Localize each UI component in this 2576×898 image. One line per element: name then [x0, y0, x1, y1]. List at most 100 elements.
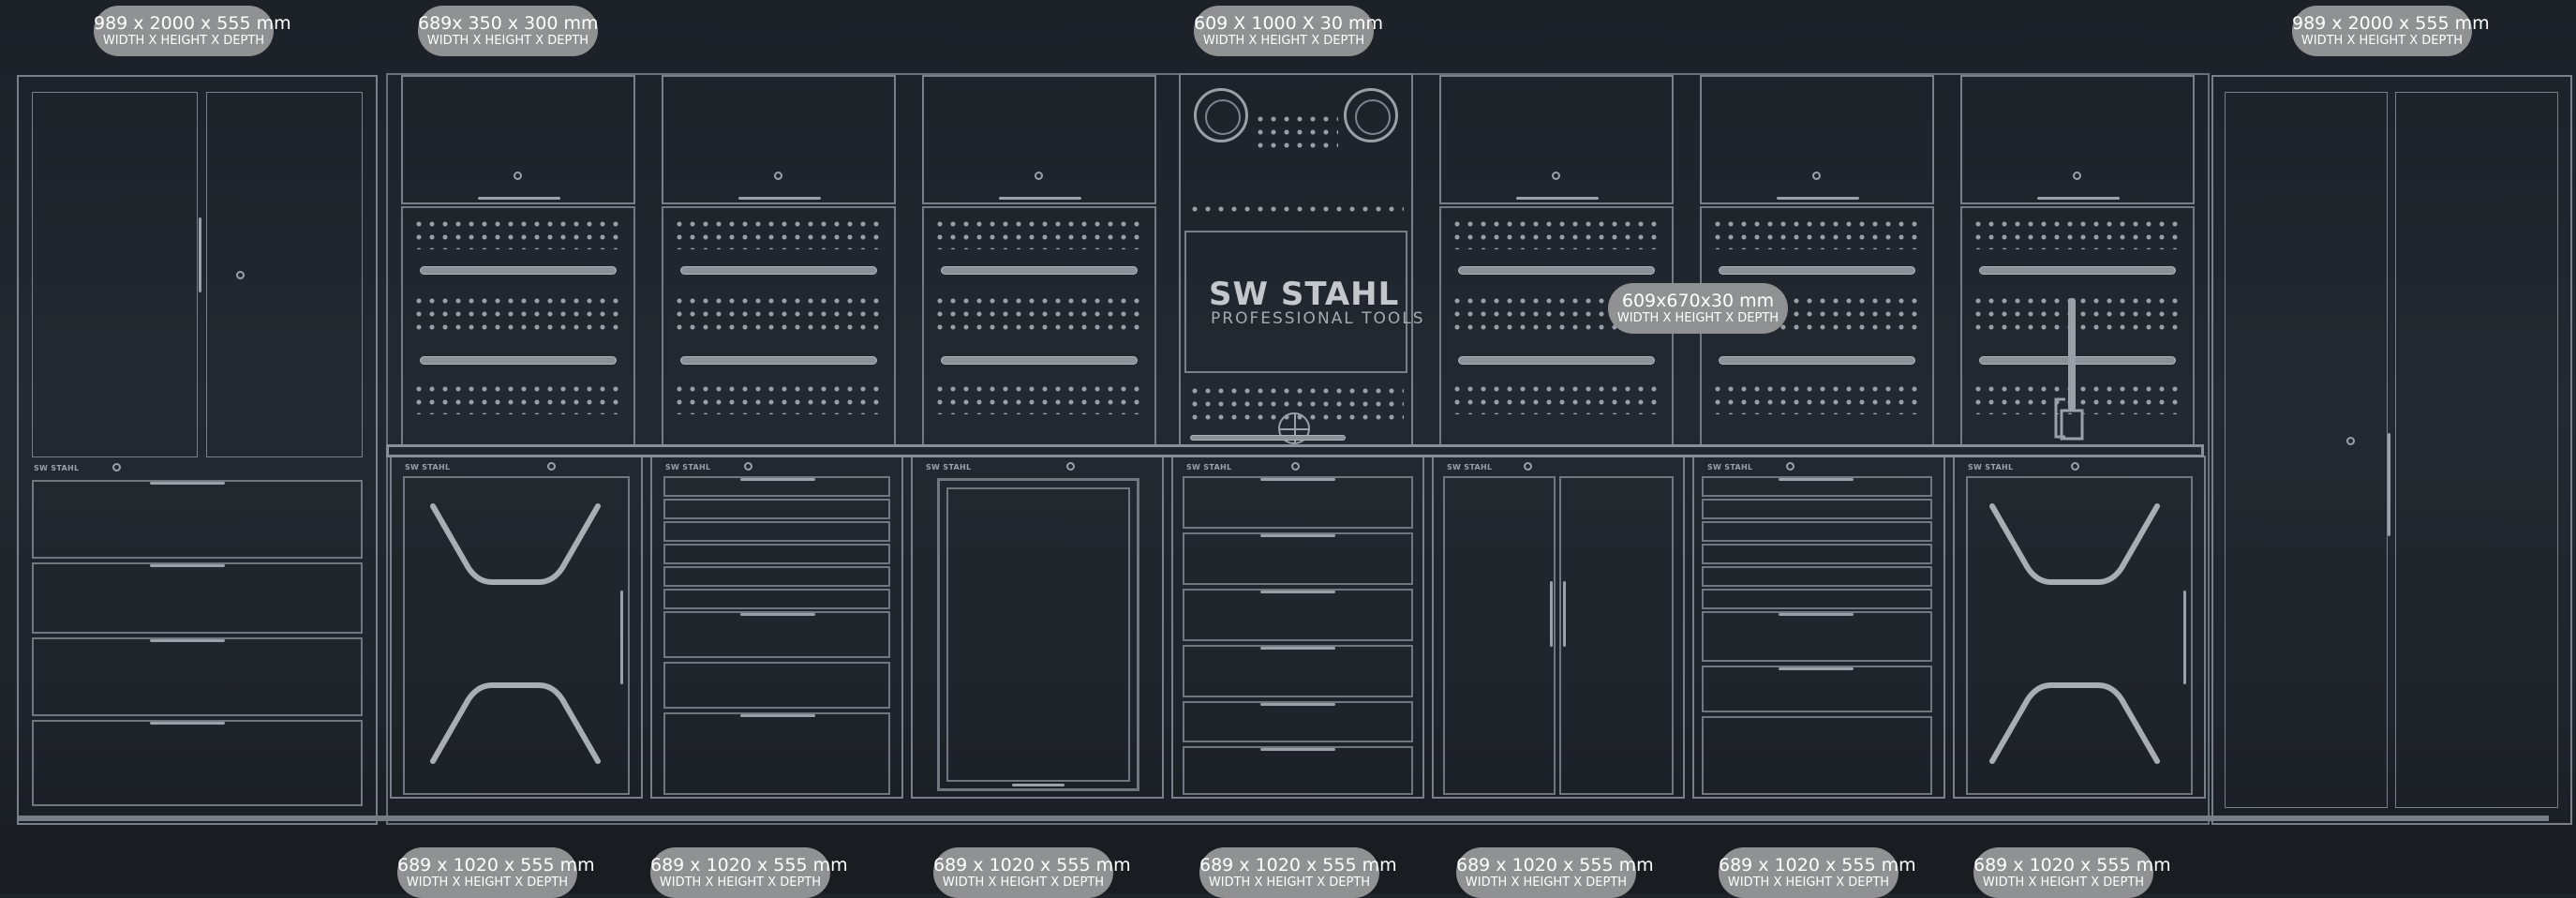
lock-icon [1812, 172, 1821, 180]
dimension-value: 689 x 1020 x 555 mm [933, 855, 1131, 876]
dimension-value: 609x670x30 mm [1621, 291, 1775, 311]
brand-stamp: SW STAHL [665, 463, 711, 471]
lock-icon [744, 462, 752, 471]
dimension-caption: WIDTH X HEIGHT X DEPTH [406, 876, 569, 890]
pegboard-holes [1972, 217, 2183, 249]
brand-stamp: SW STAHL [1968, 463, 2014, 471]
drawer [1183, 645, 1413, 697]
wall-cabinet-7 [1960, 75, 2195, 204]
drawer [663, 589, 890, 609]
dimension-value: 689 x 1020 x 555 mm [650, 855, 848, 876]
drawer [1702, 499, 1932, 519]
brand-stamp: SW STAHL [1186, 463, 1232, 471]
tool-rail [1719, 266, 1915, 275]
dimension-caption: WIDTH X HEIGHT X DEPTH [102, 34, 265, 48]
dimension-label-tall-right: 989 x 2000 x 555 mm WIDTH X HEIGHT X DEP… [2292, 6, 2490, 56]
brand-stamp: SW STAHL [1707, 463, 1753, 471]
drawer-handle [740, 613, 815, 616]
drawer [1702, 666, 1932, 712]
dimension-value: 689 x 1020 x 555 mm [397, 855, 595, 876]
dimension-label-base-4: 689 x 1020 x 555 mm WIDTH X HEIGHT X DEP… [1199, 847, 1397, 898]
tall-cabinet-right [2211, 75, 2572, 825]
lock-icon [1786, 462, 1794, 471]
dimension-caption: WIDTH X HEIGHT X DEPTH [1727, 876, 1890, 890]
lock-icon [1066, 462, 1075, 471]
dimension-label-base-7: 689 x 1020 x 555 mm WIDTH X HEIGHT X DEP… [1973, 847, 2171, 898]
drawer-handle [740, 714, 815, 717]
dimension-caption: WIDTH X HEIGHT X DEPTH [1982, 876, 2145, 890]
wall-cabinet-1 [401, 75, 635, 204]
left-drawer-4 [32, 720, 363, 806]
wall-cabinet-3 [922, 75, 1156, 204]
speaker-icon [1194, 88, 1248, 142]
tire-bracket-icon [430, 503, 601, 764]
pegboard-holes [673, 217, 885, 249]
wall-cabinet-handle [2037, 197, 2120, 200]
dimension-value: 989 x 2000 x 555 mm [94, 13, 291, 34]
pegboard-holes [933, 294, 1145, 332]
tire-bracket-icon [1989, 503, 2160, 764]
pegboard-holes [1188, 202, 1404, 217]
wall-cabinet-2 [662, 75, 896, 204]
pegboard-holes [1711, 217, 1923, 249]
dimension-label-base-3: 689 x 1020 x 555 mm WIDTH X HEIGHT X DEP… [933, 847, 1131, 898]
door-handle [620, 591, 623, 684]
dimension-value: 689x 350 x 300 mm [418, 13, 599, 34]
dimension-caption: WIDTH X HEIGHT X DEPTH [1202, 34, 1365, 48]
dimension-label-base-2: 689 x 1020 x 555 mm WIDTH X HEIGHT X DEP… [650, 847, 848, 898]
dimension-label-wall-cabinet: 689x 350 x 300 mm WIDTH X HEIGHT X DEPTH [418, 6, 598, 56]
wall-cabinet-handle [478, 197, 560, 200]
lock-icon [514, 172, 522, 180]
drawer [1183, 701, 1413, 742]
left-door-handle [199, 217, 201, 292]
tool-rail [1458, 266, 1655, 275]
lock-icon [2346, 437, 2355, 445]
dimension-caption: WIDTH X HEIGHT X DEPTH [942, 876, 1105, 890]
drawer [663, 544, 890, 564]
drawer [1183, 476, 1413, 529]
pegboard-holes [412, 217, 624, 249]
tool-rail [1190, 435, 1346, 441]
logo-title: SW STAHL [1209, 276, 1400, 313]
drawer-handle [1779, 613, 1854, 616]
drawer [663, 662, 890, 709]
dimension-value: 689 x 1020 x 555 mm [1199, 855, 1397, 876]
lock-icon [1524, 462, 1532, 471]
tool-rail [1979, 266, 2176, 275]
dimension-value: 989 x 2000 x 555 mm [2292, 13, 2490, 34]
drawer-handle [740, 478, 815, 481]
pegboard-holes [1711, 382, 1923, 414]
wall-cabinet-5 [1439, 75, 1674, 204]
drawer [1183, 532, 1413, 585]
drawer [1702, 589, 1932, 609]
lock-icon [547, 462, 556, 471]
faucet-icon [2054, 298, 2084, 441]
lock-icon [1291, 462, 1300, 471]
pegboard-holes [933, 382, 1145, 414]
dimension-label-tall-left: 989 x 2000 x 555 mm WIDTH X HEIGHT X DEP… [94, 6, 291, 56]
tool-rail [941, 356, 1138, 365]
brand-stamp: SW STAHL [405, 463, 451, 471]
dimension-caption: WIDTH X HEIGHT X DEPTH [1616, 311, 1779, 325]
drawer-handle [1260, 591, 1335, 593]
brand-stamp: SW STAHL [1447, 463, 1493, 471]
drawer [663, 712, 890, 795]
drawer [1183, 589, 1413, 641]
wall-cabinet-6 [1700, 75, 1934, 204]
lock-icon [112, 463, 121, 471]
drawer [663, 521, 890, 542]
drawer-handle [1260, 534, 1335, 537]
right-door-2 [2395, 92, 2558, 808]
wall-cabinet-handle [1777, 197, 1859, 200]
left-door-2 [206, 92, 363, 457]
tool-rail [1719, 356, 1915, 365]
drawer-handle [1260, 478, 1335, 481]
logo-subtitle: PROFESSIONAL TOOLS [1211, 309, 1425, 328]
door-handle [2183, 591, 2186, 684]
drawer [1183, 746, 1413, 795]
lock-icon [236, 271, 245, 279]
cabinet-door-left [1443, 476, 1556, 795]
pegboard-holes [412, 294, 624, 332]
drawer [1702, 716, 1932, 795]
drawer-handle [1779, 667, 1854, 670]
